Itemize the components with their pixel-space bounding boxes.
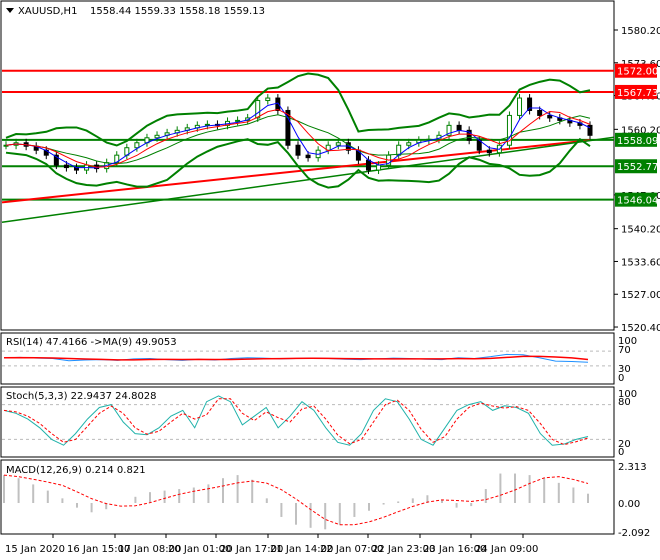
level-label: 1546.04 xyxy=(617,196,658,207)
candle[interactable] xyxy=(154,134,160,139)
macd-label: MACD(12,26,9) 0.214 0.821 xyxy=(6,465,146,476)
stoch-tick-label: 80 xyxy=(618,397,631,408)
rsi-tick-label: 70 xyxy=(618,345,631,356)
ohlc-values: 1558.44 1559.33 1558.18 1559.13 xyxy=(90,6,265,17)
candle[interactable] xyxy=(537,109,543,116)
candle[interactable] xyxy=(265,97,271,102)
candle[interactable] xyxy=(235,119,241,122)
price-tick-label: 1527.00 xyxy=(621,290,660,301)
price-tick-label: 1580.20 xyxy=(621,26,660,37)
candle[interactable] xyxy=(456,124,462,131)
candle[interactable] xyxy=(365,159,371,171)
time-tick-label: 24 Jan 09:00 xyxy=(475,544,538,555)
rsi-tick-label: 0 xyxy=(618,373,624,384)
rsi-ma-line xyxy=(3,355,589,361)
stoch-tick-label: 0 xyxy=(618,447,624,458)
price-tick-label: 1540.20 xyxy=(621,225,660,236)
candle[interactable] xyxy=(335,142,341,146)
candle[interactable] xyxy=(486,149,492,154)
collapse-triangle-icon[interactable] xyxy=(6,8,14,13)
stoch-label: Stoch(5,3,3) 22.9437 24.8028 xyxy=(6,391,157,402)
level-label: 1552.77 xyxy=(617,162,658,173)
candle[interactable] xyxy=(517,97,523,116)
candle[interactable] xyxy=(547,114,553,119)
candle[interactable] xyxy=(134,142,140,149)
macd-tick-label: 2.313 xyxy=(618,462,647,473)
level-label: 1572.00 xyxy=(617,67,658,78)
level-label: 1558.09 xyxy=(617,136,658,147)
stoch-d-line xyxy=(3,398,589,446)
candle[interactable] xyxy=(255,100,261,119)
symbol-label: XAUUSD,H1 xyxy=(18,6,77,17)
bollinger-upper xyxy=(5,72,591,147)
moving-average-green xyxy=(1,136,615,223)
chart-window: 1580.201573.601567.001560.201547.001540.… xyxy=(0,0,660,560)
candle[interactable] xyxy=(295,144,301,156)
candle[interactable] xyxy=(406,142,412,146)
macd-tick-label: -2.092 xyxy=(618,528,650,539)
candle[interactable] xyxy=(204,123,210,126)
price-tick-label: 1533.60 xyxy=(621,257,660,268)
candle[interactable] xyxy=(376,164,382,171)
time-tick-label: 15 Jan 2020 xyxy=(5,544,65,555)
stoch-k-line xyxy=(3,395,589,446)
candle[interactable] xyxy=(305,154,311,159)
candle[interactable] xyxy=(63,164,69,169)
chart-canvas[interactable]: 1580.201573.601567.001560.201547.001540.… xyxy=(0,0,660,560)
level-label: 1567.73 xyxy=(617,88,658,99)
price-tick-label: 1520.40 xyxy=(621,323,660,334)
rsi-label: RSI(14) 47.4166 ->MA(9) 49.9053 xyxy=(6,337,177,348)
macd-tick-label: 0.00 xyxy=(618,499,640,510)
